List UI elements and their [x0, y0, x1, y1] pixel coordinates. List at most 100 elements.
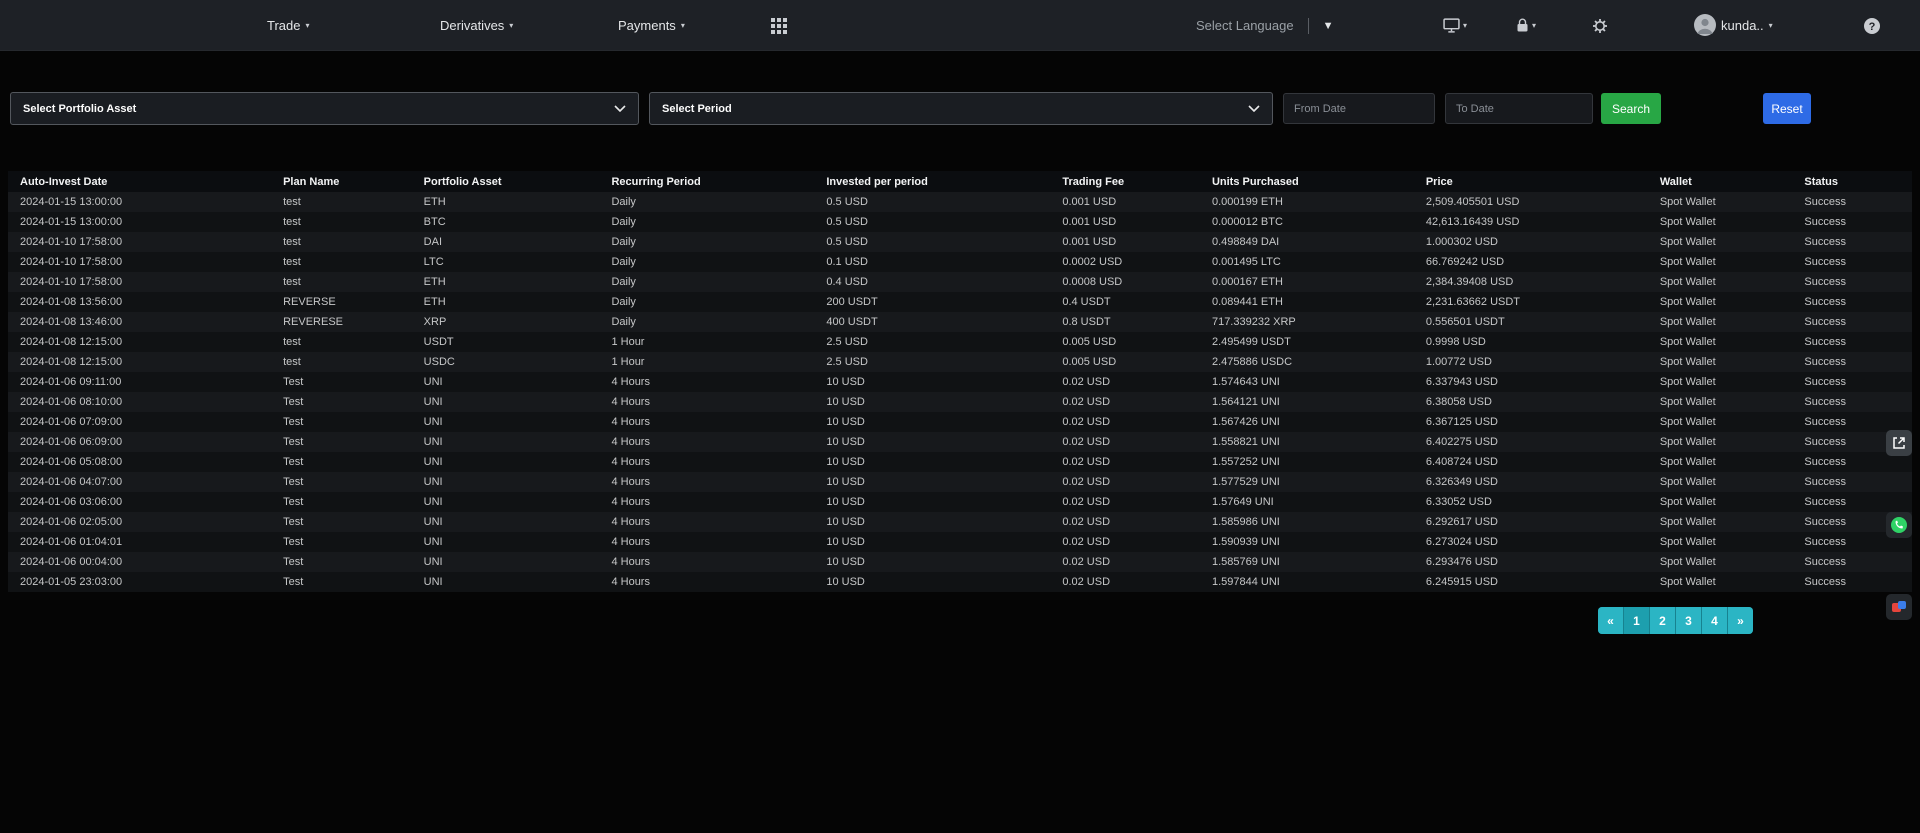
portfolio-asset-select[interactable]: Select Portfolio Asset	[10, 92, 639, 125]
desktop-app-menu[interactable]: ▾	[1443, 0, 1467, 51]
apps-grid-icon	[771, 18, 787, 34]
pagination-next-button[interactable]: »	[1728, 607, 1753, 634]
table-cell: 0.000012 BTC	[1200, 212, 1414, 232]
table-cell: 0.5 USD	[814, 212, 1050, 232]
table-cell: Spot Wallet	[1648, 212, 1793, 232]
table-cell: XRP	[412, 312, 600, 332]
table-cell: Test	[271, 472, 412, 492]
table-cell: Success	[1792, 372, 1912, 392]
pagination-page-2[interactable]: 2	[1650, 607, 1675, 634]
table-cell: 0.02 USD	[1050, 452, 1200, 472]
table-cell: 4 Hours	[599, 452, 814, 472]
table-row: 2024-01-06 02:05:00TestUNI4 Hours10 USD0…	[8, 512, 1912, 532]
table-cell: 0.001495 LTC	[1200, 252, 1414, 272]
reset-button[interactable]: Reset	[1763, 93, 1811, 124]
share-widget-icon[interactable]	[1886, 430, 1912, 456]
table-cell: 0.5 USD	[814, 192, 1050, 212]
avatar[interactable]	[1694, 14, 1716, 41]
table-cell: LTC	[412, 252, 600, 272]
table-cell: UNI	[412, 412, 600, 432]
table-cell: Spot Wallet	[1648, 292, 1793, 312]
table-cell: 2024-01-10 17:58:00	[8, 232, 271, 252]
avatar	[1694, 14, 1716, 36]
column-header: Units Purchased	[1200, 171, 1414, 192]
pagination-page-4[interactable]: 4	[1702, 607, 1727, 634]
period-select[interactable]: Select Period	[649, 92, 1273, 125]
language-selector[interactable]: Select Language ▼	[1196, 0, 1333, 51]
nav-trade-menu[interactable]: Trade ▾	[267, 0, 310, 51]
security-menu[interactable]: ▾	[1516, 0, 1536, 51]
search-button[interactable]: Search	[1601, 93, 1661, 124]
table-cell: Success	[1792, 232, 1912, 252]
table-cell: ETH	[412, 272, 600, 292]
table-cell: test	[271, 232, 412, 252]
username: kunda..	[1721, 18, 1764, 33]
to-date-input[interactable]	[1445, 93, 1593, 124]
apps-grid-icon[interactable]	[771, 0, 787, 51]
pagination-page-3[interactable]: 3	[1676, 607, 1701, 634]
nav-derivatives-menu[interactable]: Derivatives ▾	[440, 0, 513, 51]
user-menu[interactable]: kunda.. ▾	[1721, 0, 1773, 51]
table-cell: Daily	[599, 292, 814, 312]
table-cell: 1.557252 UNI	[1200, 452, 1414, 472]
table-cell: UNI	[412, 512, 600, 532]
table-cell: 0.1 USD	[814, 252, 1050, 272]
table-cell: 0.02 USD	[1050, 552, 1200, 572]
table-cell: UNI	[412, 472, 600, 492]
from-date-input[interactable]	[1283, 93, 1435, 124]
table-cell: Test	[271, 512, 412, 532]
table-cell: Success	[1792, 332, 1912, 352]
table-cell: 10 USD	[814, 492, 1050, 512]
gear-icon	[1592, 18, 1608, 34]
table-cell: 6.402275 USD	[1414, 432, 1648, 452]
table-cell: 0.000199 ETH	[1200, 192, 1414, 212]
nav-trade-label: Trade	[267, 18, 300, 33]
column-header: Auto-Invest Date	[8, 171, 271, 192]
table-cell: 2,231.63662 USDT	[1414, 292, 1648, 312]
chevron-down-icon	[614, 105, 626, 112]
pagination-page-1[interactable]: 1	[1624, 607, 1649, 634]
pagination: «1234»	[1598, 607, 1753, 634]
chevron-down-icon: ▾	[509, 22, 513, 30]
table-cell: 0.02 USD	[1050, 472, 1200, 492]
table-header: Auto-Invest DatePlan NamePortfolio Asset…	[8, 171, 1912, 192]
table-cell: 2024-01-06 02:05:00	[8, 512, 271, 532]
column-header: Invested per period	[814, 171, 1050, 192]
table-cell: 4 Hours	[599, 472, 814, 492]
table-cell: Success	[1792, 572, 1912, 592]
table-cell: 10 USD	[814, 412, 1050, 432]
table-cell: 1.590939 UNI	[1200, 532, 1414, 552]
table-cell: 4 Hours	[599, 372, 814, 392]
chat-widget-icon[interactable]	[1886, 594, 1912, 620]
table-cell: DAI	[412, 232, 600, 252]
table-cell: 2024-01-05 23:03:00	[8, 572, 271, 592]
table-cell: 0.02 USD	[1050, 372, 1200, 392]
settings-button[interactable]	[1592, 0, 1608, 51]
svg-text:?: ?	[1869, 21, 1876, 33]
table-row: 2024-01-06 01:04:01TestUNI4 Hours10 USD0…	[8, 532, 1912, 552]
table-cell: test	[271, 252, 412, 272]
table-cell: 2024-01-06 08:10:00	[8, 392, 271, 412]
table-cell: test	[271, 212, 412, 232]
table-cell: 2024-01-06 03:06:00	[8, 492, 271, 512]
table-cell: 2.5 USD	[814, 332, 1050, 352]
table-cell: 6.292617 USD	[1414, 512, 1648, 532]
table-cell: test	[271, 192, 412, 212]
column-header: Trading Fee	[1050, 171, 1200, 192]
whatsapp-widget-icon[interactable]	[1886, 512, 1912, 538]
nav-payments-menu[interactable]: Payments ▾	[618, 0, 685, 51]
share-widget-icon	[1892, 436, 1906, 450]
table-cell: UNI	[412, 552, 600, 572]
table-cell: Daily	[599, 232, 814, 252]
table-cell: 0.8 USDT	[1050, 312, 1200, 332]
table-cell: 4 Hours	[599, 552, 814, 572]
table-cell: ETH	[412, 292, 600, 312]
table-row: 2024-01-06 08:10:00TestUNI4 Hours10 USD0…	[8, 392, 1912, 412]
table-cell: 6.408724 USD	[1414, 452, 1648, 472]
desktop-icon	[1443, 18, 1460, 33]
table-cell: 2024-01-06 07:09:00	[8, 412, 271, 432]
table-cell: 0.556501 USDT	[1414, 312, 1648, 332]
pagination-prev-button[interactable]: «	[1598, 607, 1623, 634]
table-cell: test	[271, 332, 412, 352]
help-button[interactable]: ?	[1864, 0, 1880, 51]
